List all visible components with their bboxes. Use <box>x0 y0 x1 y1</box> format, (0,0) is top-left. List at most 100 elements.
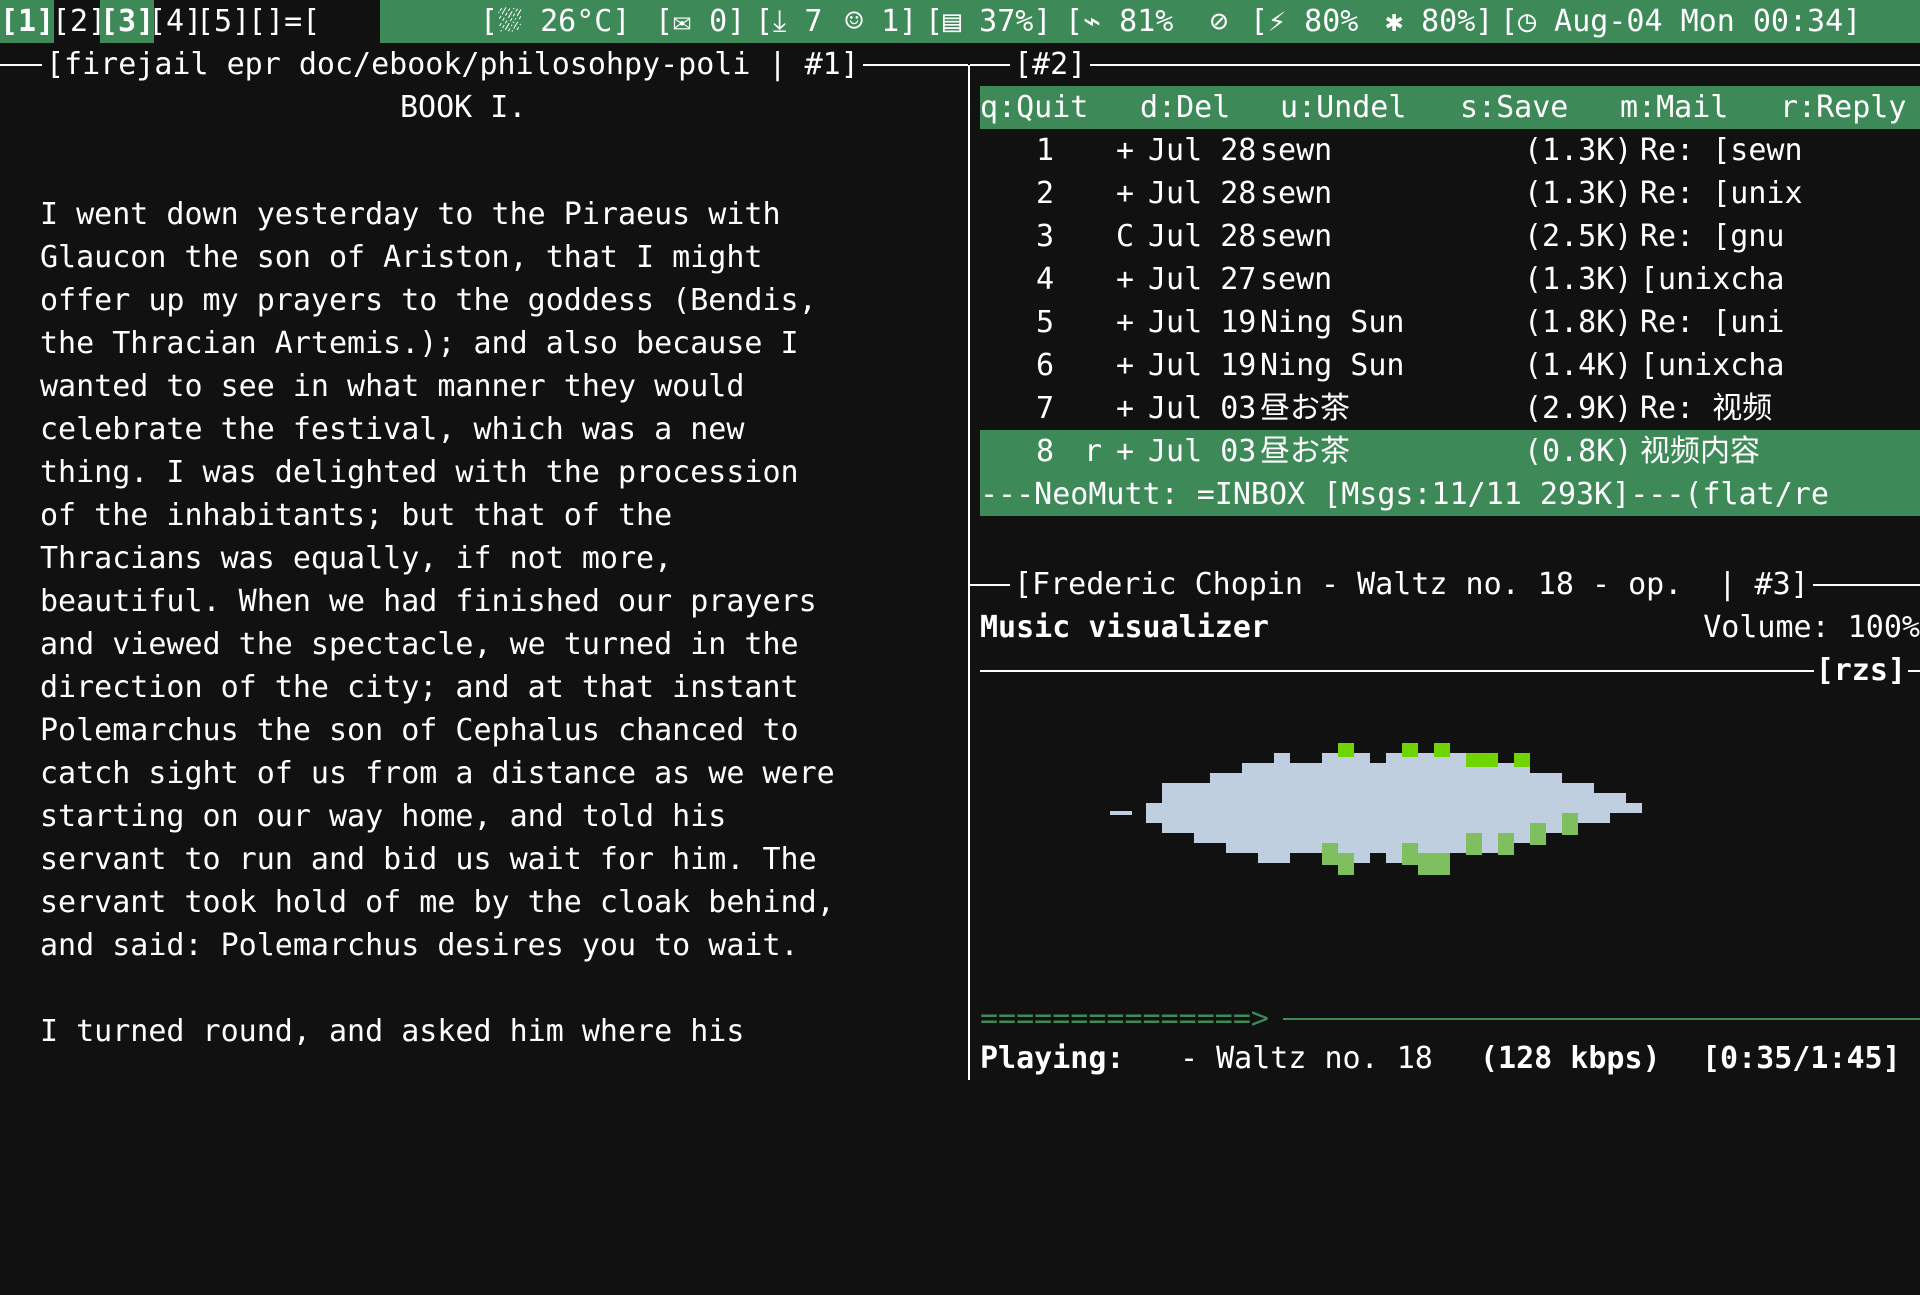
visualizer-bar <box>1274 813 1290 863</box>
help-save[interactable]: s:Save <box>1460 86 1568 129</box>
visualizer-bar <box>1194 783 1210 813</box>
visualizer-bar <box>1322 753 1338 813</box>
message-subject: Re: [sewn <box>1640 133 1803 168</box>
visualizer-bar <box>1242 763 1258 813</box>
workspace-3[interactable]: [3] <box>100 0 155 43</box>
visualizer-peak <box>1338 743 1354 757</box>
weather-status: [⛆ 26°C] <box>480 4 631 39</box>
message-size: (1.8K) <box>1524 305 1633 340</box>
system-status-area: [⛆ 26°C] [✉ 0] [⤓ 7 ☺ 1] [▤ 37%] [⌁ 81% … <box>380 0 1920 43</box>
visualizer-bar <box>1258 763 1274 813</box>
book-line: catch sight of us from a distance as we … <box>40 756 835 791</box>
visualizer-peak <box>1482 753 1498 767</box>
mail-title-label: [#2] <box>1010 43 1091 86</box>
visualizer-bar <box>1530 773 1546 813</box>
visualizer-bar <box>1274 753 1290 813</box>
help-undelete[interactable]: u:Undel <box>1280 86 1406 129</box>
book-line: beautiful. When we had finished our pray… <box>40 584 817 619</box>
volume-indicator[interactable]: Volume: 100% <box>1703 606 1920 649</box>
mail-client-pane[interactable]: [#2] q:Quit d:Del u:Undel s:Save m:Mail … <box>970 43 1920 563</box>
visualizer-bar <box>1210 813 1226 843</box>
help-delete[interactable]: d:Del <box>1140 86 1230 129</box>
visualizer-bar <box>1146 803 1162 813</box>
visualizer-bar <box>1146 813 1162 823</box>
message-number: 5 <box>1036 305 1055 340</box>
message-row[interactable]: 3 C Jul 28 sewn (2.5K) Re: [gnu <box>980 215 1920 258</box>
workspace-2[interactable]: [2] <box>52 0 106 43</box>
visualizer-bar <box>1162 783 1178 813</box>
message-status: + <box>1116 305 1135 340</box>
message-size: (1.3K) <box>1524 176 1633 211</box>
visualizer-bar <box>1210 773 1226 813</box>
message-reply-flag: r <box>1084 434 1103 469</box>
progress-fill: ===============> <box>980 1001 1269 1036</box>
visualizer-bar <box>1498 763 1514 813</box>
layout-indicator[interactable]: []=[ <box>248 0 320 43</box>
visualizer-bar <box>1546 813 1562 833</box>
message-status: + <box>1116 133 1135 168</box>
mail-help-bar: q:Quit d:Del u:Undel s:Save m:Mail r:Rep… <box>980 86 1920 129</box>
book-line: and viewed the spectacle, we turned in t… <box>40 627 799 662</box>
mail-status[interactable]: [✉ 0] <box>655 0 745 43</box>
workspace-1[interactable]: [1] <box>0 0 55 43</box>
visualizer-bar <box>1290 763 1306 813</box>
message-row[interactable]: 1 + Jul 28 sewn (1.3K) Re: [sewn <box>980 129 1920 172</box>
visualizer-bar <box>1450 813 1466 853</box>
visualizer-peak <box>1514 753 1530 767</box>
visualizer-low <box>1498 833 1514 855</box>
message-row[interactable]: 8 r + Jul 03 昼お茶 (0.8K) 视频内容 <box>980 430 1920 473</box>
help-mail[interactable]: m:Mail <box>1620 86 1728 129</box>
message-size: (2.5K) <box>1524 219 1633 254</box>
visualizer-low <box>1418 853 1434 875</box>
visualizer-low <box>1530 823 1546 845</box>
message-subject: [unixcha <box>1640 348 1785 383</box>
message-row[interactable]: 2 + Jul 28 sewn (1.3K) Re: [unix <box>980 172 1920 215</box>
message-size: (1.3K) <box>1524 133 1633 168</box>
message-date: Jul 28 <box>1148 219 1257 254</box>
visualizer-bar <box>1594 793 1610 813</box>
ebook-reader-pane[interactable]: [firejail epr doc/ebook/philosohpy-poli … <box>0 43 968 1080</box>
help-quit[interactable]: q:Quit <box>980 86 1088 129</box>
message-from: Ning Sun <box>1260 305 1405 340</box>
visualizer-bar <box>1418 753 1434 813</box>
help-reply[interactable]: r:Reply <box>1780 86 1906 129</box>
music-player-pane[interactable]: [Frederic Chopin - Waltz no. 18 - op. | … <box>970 563 1920 1080</box>
message-subject: Re: 视频 <box>1640 391 1773 426</box>
visualizer-bar <box>1578 813 1594 823</box>
wifi-status[interactable]: [⌁ 81% <box>1065 0 1173 43</box>
visualizer-bar <box>1178 783 1194 813</box>
book-line: Polemarchus the son of Cephalus chanced … <box>40 713 799 748</box>
message-row[interactable]: 7 + Jul 03 昼お茶 (2.9K) Re: 视频 <box>980 387 1920 430</box>
message-row[interactable]: 5 + Jul 19 Ning Sun (1.8K) Re: [uni <box>980 301 1920 344</box>
visualizer-bar <box>1162 813 1178 833</box>
visualizer-bar <box>1226 773 1242 813</box>
visualizer-bar <box>1418 813 1434 853</box>
top-status-bar: [1] [2] [3] [4] [5] []=[ [⛆ 26°C] [✉ 0] … <box>0 0 1920 43</box>
visualizer-bar <box>1306 763 1322 813</box>
book-line: direction of the city; and at that insta… <box>40 670 799 705</box>
message-status: + <box>1116 434 1135 469</box>
message-from: sewn <box>1260 133 1333 168</box>
message-status: + <box>1116 348 1135 383</box>
message-date: Jul 27 <box>1148 262 1257 297</box>
playing-label: Playing: <box>980 1041 1125 1076</box>
visualizer-separator: [rzs] <box>980 649 1920 692</box>
message-from: sewn <box>1260 219 1333 254</box>
visualizer-peak <box>1466 753 1482 767</box>
visualizer-tail <box>1110 811 1132 815</box>
workspace-4[interactable]: [4] <box>148 0 202 43</box>
message-row[interactable]: 6 + Jul 19 Ning Sun (1.4K) [unixcha <box>980 344 1920 387</box>
mute-icon[interactable]: ⊘ <box>1210 0 1228 43</box>
visualizer-bar <box>1226 813 1242 853</box>
visualizer-bar <box>1514 763 1530 813</box>
host-tag: [rzs] <box>1813 649 1908 692</box>
message-status: C <box>1116 219 1135 254</box>
message-size: (2.9K) <box>1524 391 1633 426</box>
visualizer-bar <box>1546 773 1562 813</box>
progress-bar[interactable]: ===============> <box>980 997 1920 1040</box>
message-row[interactable]: 4 + Jul 27 sewn (1.3K) [unixcha <box>980 258 1920 301</box>
message-number: 2 <box>1036 176 1055 211</box>
workspace-5[interactable]: [5] <box>196 0 250 43</box>
bluetooth-status[interactable]: ✱ 80%] <box>1385 0 1493 43</box>
music-visualizer <box>1110 743 1642 875</box>
